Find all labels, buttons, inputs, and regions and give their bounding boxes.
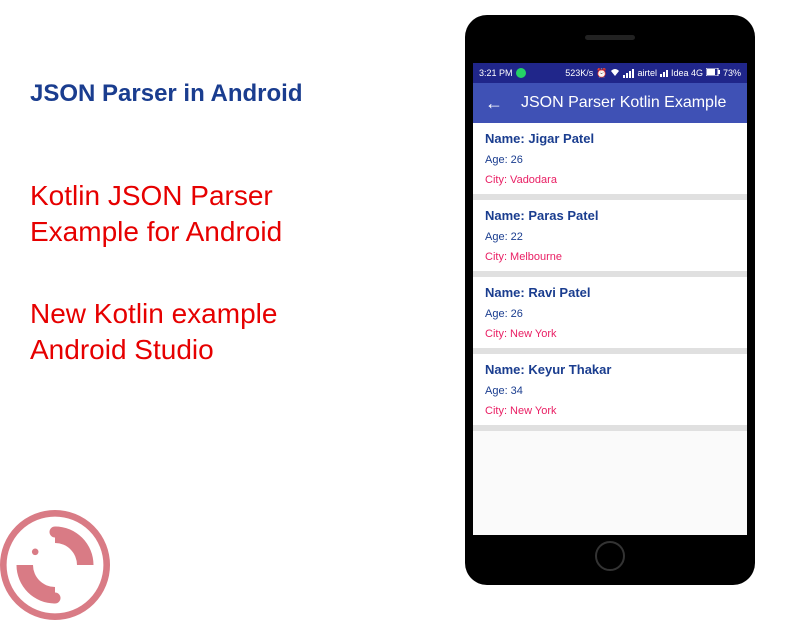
status-carrier2: Idea 4G bbox=[671, 68, 703, 78]
back-button[interactable]: ← bbox=[485, 93, 503, 114]
status-bar: 3:21 PM 523K/s ⏰ airtel Idea 4G bbox=[473, 63, 747, 83]
name-row: Name: Jigar Patel bbox=[485, 131, 735, 146]
wifi-icon bbox=[610, 68, 620, 78]
name-row: Name: Ravi Patel bbox=[485, 285, 735, 300]
list-item[interactable]: Name: Jigar Patel Age: 26 City: Vadodara bbox=[473, 123, 747, 200]
list-item[interactable]: Name: Paras Patel Age: 22 City: Melbourne bbox=[473, 200, 747, 277]
heading-1: Kotlin JSON Parser Example for Android bbox=[30, 178, 430, 251]
heading-2-line2: Android Studio bbox=[30, 334, 214, 365]
brand-logo bbox=[0, 510, 110, 620]
city-row: City: Melbourne bbox=[485, 251, 735, 263]
city-row: City: Vadodara bbox=[485, 174, 735, 186]
alarm-icon: ⏰ bbox=[596, 68, 607, 79]
name-row: Name: Keyur Thakar bbox=[485, 362, 735, 377]
list-item[interactable]: Name: Keyur Thakar Age: 34 City: New York bbox=[473, 354, 747, 431]
name-row: Name: Paras Patel bbox=[485, 208, 735, 223]
age-row: Age: 26 bbox=[485, 308, 735, 320]
heading-2: New Kotlin example Android Studio bbox=[30, 296, 430, 369]
age-row: Age: 26 bbox=[485, 154, 735, 166]
phone-screen: 3:21 PM 523K/s ⏰ airtel Idea 4G bbox=[473, 63, 747, 535]
city-row: City: New York bbox=[485, 328, 735, 340]
age-row: Age: 34 bbox=[485, 385, 735, 397]
age-row: Age: 22 bbox=[485, 231, 735, 243]
status-speed: 523K/s bbox=[565, 68, 593, 78]
status-battery: 73% bbox=[723, 68, 741, 78]
page-title: JSON Parser in Android bbox=[30, 80, 430, 108]
list-item[interactable]: Name: Ravi Patel Age: 26 City: New York bbox=[473, 277, 747, 354]
status-time: 3:21 PM bbox=[479, 68, 513, 78]
status-carrier1: airtel bbox=[637, 68, 657, 78]
battery-icon bbox=[706, 68, 720, 78]
phone-mockup: 3:21 PM 523K/s ⏰ airtel Idea 4G bbox=[465, 15, 755, 585]
app-bar-title: JSON Parser Kotlin Example bbox=[521, 94, 726, 112]
json-list[interactable]: Name: Jigar PatelAge: 26City: VadodaraNa… bbox=[473, 123, 747, 431]
signal-icon-2 bbox=[660, 70, 668, 77]
heading-1-line2: Example for Android bbox=[30, 216, 282, 247]
signal-icon bbox=[623, 69, 634, 78]
app-bar: ← JSON Parser Kotlin Example bbox=[473, 83, 747, 123]
whatsapp-icon bbox=[516, 68, 526, 78]
city-row: City: New York bbox=[485, 405, 735, 417]
heading-1-line1: Kotlin JSON Parser bbox=[30, 180, 273, 211]
heading-2-line1: New Kotlin example bbox=[30, 298, 277, 329]
